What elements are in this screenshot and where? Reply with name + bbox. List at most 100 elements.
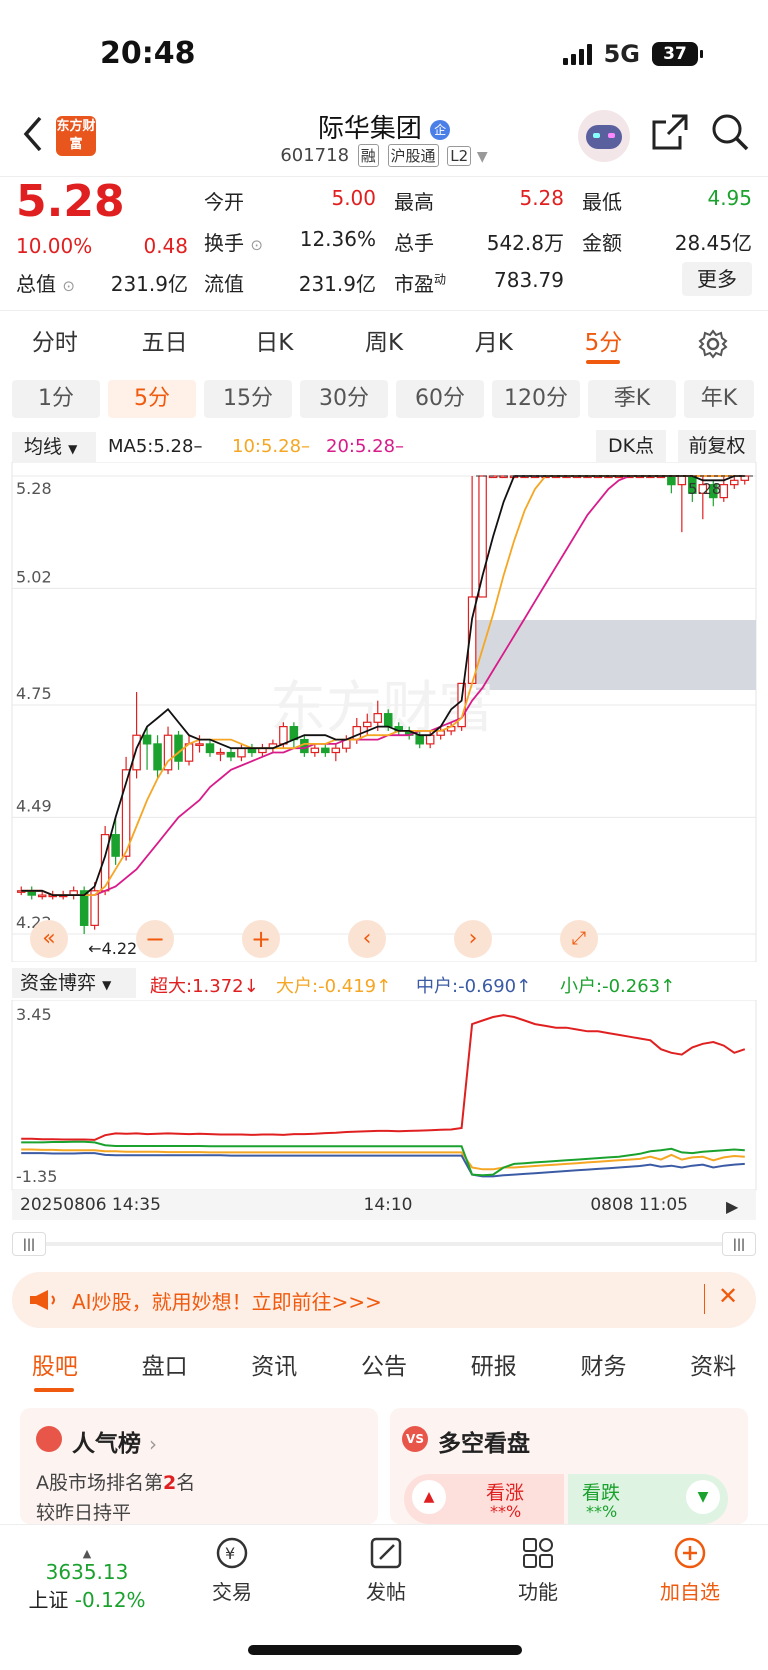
popularity-card[interactable]: 人气榜 › A股市场排名第2名 较昨日持平 [20,1408,378,1524]
megaphone-icon [30,1290,55,1310]
y-tick-label: 5.28 [16,479,52,498]
change-amount: 0.48 [143,234,188,258]
low-price-marker: ←4.22 [88,939,137,958]
candle-body [300,738,309,754]
low-value: 4.95 [707,186,752,210]
grid-icon [523,1538,553,1568]
chart-scrollbar[interactable]: ||| ||| [12,1232,756,1256]
add-watchlist-button[interactable]: 加自选 [640,1535,740,1605]
index-ticker[interactable]: ▲ 3635.13 上证 -0.12% [22,1547,152,1613]
next-icon[interactable]: › [454,920,492,958]
tab-five-day[interactable]: 五日 [110,318,220,368]
bullbear-title: 多空看盘 [438,1431,530,1457]
dk-button[interactable]: DK点 [596,430,666,462]
candle-body [153,743,162,771]
tab-guba[interactable]: 股吧 [0,1342,110,1392]
prev-icon[interactable]: ‹ [348,920,386,958]
function-button[interactable]: 功能 [488,1535,588,1605]
pe-value: 783.79 [494,268,564,292]
down-arrow-icon: ▼ [686,1480,720,1514]
mktcap-label[interactable]: 总值 ⊙ [16,268,75,297]
candle-body [425,734,435,745]
open-label: 今开 [204,190,244,214]
fund-indicator-select[interactable]: 资金博弈 ▼ [12,968,136,998]
divider [0,310,768,311]
zoom-out-icon[interactable]: − [136,920,174,958]
candle-body [216,751,225,755]
zoom-in-icon[interactable]: + [242,920,280,958]
mktcap-value: 231.9亿 [110,272,188,296]
tab-quarter[interactable]: 季K [588,380,676,418]
bullbear-card[interactable]: VS 多空看盘 ▲ 看涨 **% 看跌 **% ▼ [390,1408,748,1524]
legend-small: 小户:-0.263↑ [560,976,676,997]
bull-label: 看涨 [486,1482,525,1504]
tab-pankou[interactable]: 盘口 [110,1342,220,1392]
candle-body [111,834,120,857]
x-tick-label: 20250806 14:35 [20,1195,161,1215]
tab-daily[interactable]: 日K [219,318,329,368]
tab-1min[interactable]: 1分 [12,380,100,418]
last-price-marker: 5.28 [688,480,721,498]
svg-text:¥: ¥ [225,1544,235,1563]
search-icon[interactable] [710,112,750,156]
fullscreen-icon[interactable]: ⤢ [560,920,598,958]
network-label: 5G [603,40,640,68]
vs-icon: VS [402,1426,428,1452]
popularity-title: 人气榜 › [72,1431,158,1457]
bull-button[interactable]: ▲ 看涨 **% [404,1474,564,1524]
bear-label: 看跌 [582,1482,621,1504]
tab-finance[interactable]: 财务 [549,1342,659,1392]
ad-text: AI炒股，就用妙想！立即前往>>> [72,1290,382,1314]
scroll-handle-left[interactable]: ||| [12,1232,46,1256]
adjust-button[interactable]: 前复权 [678,430,756,462]
share-icon[interactable] [650,112,690,156]
volume-label: 总手 [394,231,434,255]
close-icon[interactable]: ✕ [718,1282,738,1310]
tag-margin: 融 [357,144,379,167]
kline-chart[interactable]: 东方财富 5.285.024.754.494.22←4.225.28 [0,462,768,962]
tab-30min[interactable]: 30分 [300,380,388,418]
enterprise-badge-icon: 企 [430,119,451,140]
candle-body [383,713,393,728]
pe-label[interactable]: 市盈动 [394,268,446,297]
fund-flow-chart[interactable]: 3.45 -1.35 20250806 14:35 14:10 0808 11:05 ▶ [0,1000,768,1230]
index-value: 3635.13 [45,1560,129,1584]
info-tabs: 股吧 盘口 资讯 公告 研报 财务 资料 [0,1342,768,1392]
high-value: 5.28 [519,186,564,210]
tab-intraday[interactable]: 分时 [0,318,110,368]
indicator-select[interactable]: 均线 ▼ [12,432,96,462]
trade-button[interactable]: ¥ 交易 [182,1535,282,1605]
index-line: 上证 -0.12% [28,1588,146,1612]
tab-profile[interactable]: 资料 [658,1342,768,1392]
tab-120min[interactable]: 120分 [492,380,580,418]
candle-body [174,734,183,762]
settings-icon[interactable] [658,318,768,368]
legend-large: 大户:-0.419↑ [276,976,392,997]
post-button[interactable]: 发帖 [336,1535,436,1605]
tab-weekly[interactable]: 周K [329,318,439,368]
more-button[interactable]: 更多 [682,262,752,296]
tab-research[interactable]: 研报 [439,1342,549,1392]
tab-announcements[interactable]: 公告 [329,1342,439,1392]
bear-button[interactable]: 看跌 **% ▼ [568,1474,728,1524]
tab-5min-sub[interactable]: 5分 [108,380,196,418]
tab-monthly[interactable]: 月K [439,318,549,368]
stock-code: 601718 [280,145,350,166]
tab-5min[interactable]: 5分 [549,318,659,368]
tab-news[interactable]: 资讯 [219,1342,329,1392]
y-tick-label: 4.75 [16,684,52,703]
x-tick-label: 14:10 [364,1195,413,1215]
tab-year[interactable]: 年K [684,380,754,418]
ai-assistant-icon[interactable] [578,110,630,162]
tab-15min[interactable]: 15分 [204,380,292,418]
rewind-icon[interactable]: « [30,920,68,958]
minute-tabs: 1分 5分 15分 30分 60分 120分 季K 年K [12,380,754,418]
candle-body [677,475,687,486]
ad-banner[interactable]: AI炒股，就用妙想！立即前往>>> ✕ [12,1272,756,1328]
candle-body [226,751,236,758]
candle-body [331,747,341,754]
scroll-handle-right[interactable]: ||| [722,1232,756,1256]
turnover-label[interactable]: 换手 ⊙ [204,227,263,256]
tab-60min[interactable]: 60分 [396,380,484,418]
trade-icon: ¥ [216,1537,248,1569]
